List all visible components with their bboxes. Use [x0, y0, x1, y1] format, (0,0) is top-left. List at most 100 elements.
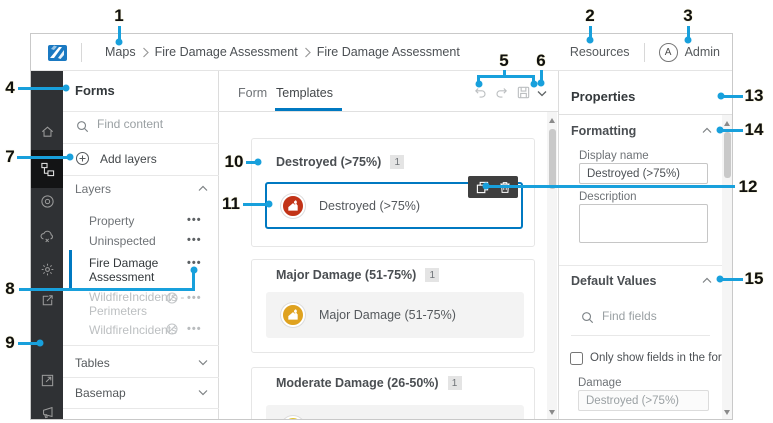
user-menu[interactable]: Admin [685, 45, 720, 59]
templates-scrollbar[interactable] [547, 112, 557, 419]
screenshot-root: Maps Fire Damage Assessment Fire Damage … [0, 0, 773, 423]
layer-item-fire-damage-assessment[interactable]: Fire Damage [89, 256, 158, 270]
tab-form[interactable]: Form [238, 86, 267, 100]
forms-icon [40, 162, 54, 176]
app-sidebar [31, 71, 63, 419]
template-actions-toolbar [468, 176, 518, 198]
megaphone-icon [42, 406, 53, 418]
redo-icon[interactable] [494, 86, 509, 100]
templates-panel: Form Templates Destroyed (>75%) 1 Destro… [219, 71, 559, 419]
overflow-menu-icon[interactable] [187, 323, 202, 335]
scroll-up-icon[interactable] [548, 118, 555, 123]
group-label-text: Major Damage (51-75%) [276, 268, 417, 282]
chevron-up-icon[interactable] [198, 185, 208, 192]
breadcrumb-map-name[interactable]: Fire Damage Assessment [155, 45, 298, 59]
save-icon[interactable] [516, 85, 531, 100]
formatting-section-header[interactable]: Formatting [571, 124, 636, 138]
share-icon [42, 294, 53, 305]
divider [219, 111, 558, 112]
layer-item-uninspected[interactable]: Uninspected [89, 234, 156, 248]
basemap-section-header[interactable]: Basemap [75, 386, 126, 400]
description-textarea[interactable] [579, 204, 708, 243]
layer-item-property[interactable]: Property [89, 214, 134, 228]
add-layers-button[interactable]: Add layers [75, 151, 157, 166]
gear-icon [41, 263, 53, 275]
count-badge: 1 [447, 376, 462, 390]
launch-icon [41, 374, 53, 386]
resources-link[interactable]: Resources [570, 45, 630, 59]
damage-field-value-input [578, 390, 709, 411]
avatar[interactable]: A [658, 42, 678, 62]
arcgis-field-maps-logo [48, 45, 67, 61]
offline-cloud-icon [40, 230, 53, 242]
template-card-label: Major Damage (51-75%) [319, 308, 456, 322]
divider [63, 408, 219, 409]
home-icon [41, 126, 53, 137]
find-fields-input[interactable] [602, 309, 697, 323]
add-layers-label: Add layers [100, 151, 157, 166]
chevron-up-icon[interactable] [702, 277, 712, 284]
tables-section-header[interactable]: Tables [75, 356, 110, 370]
layers-section-header[interactable]: Layers [75, 182, 111, 196]
scrollbar-thumb[interactable] [548, 129, 556, 189]
annotation-label-14: 14 [744, 120, 764, 139]
find-content-input[interactable] [97, 117, 197, 131]
only-show-fields-checkbox[interactable] [570, 352, 583, 365]
layer-item-wildfire-incidents[interactable]: WildfireIncidents [89, 323, 177, 337]
undo-icon[interactable] [473, 86, 488, 100]
tab-templates[interactable]: Templates [276, 86, 333, 100]
chevron-right-icon [304, 47, 311, 58]
properties-panel: Properties Formatting Display name Descr… [559, 71, 732, 419]
layer-item-wildfire-perimeters-line2[interactable]: Perimeters [89, 304, 147, 318]
scroll-down-icon[interactable] [723, 410, 730, 415]
breadcrumb-maps[interactable]: Maps [105, 45, 136, 59]
template-group-major: Major Damage (51-75%) 1 Major Damage (51… [251, 259, 535, 353]
annotation-label-13: 13 [744, 86, 764, 105]
template-card-major[interactable]: Major Damage (51-75%) [266, 292, 524, 338]
divider [63, 111, 219, 112]
chevron-down-icon[interactable] [198, 389, 208, 396]
overflow-menu-icon[interactable] [187, 292, 202, 304]
header-divider [81, 43, 82, 62]
selected-layer-indicator [69, 250, 72, 288]
template-card-moderate[interactable]: Moderate Damage (26-50%) [266, 405, 524, 419]
sidebar-item-open-in-app[interactable] [31, 365, 63, 395]
default-values-section-header[interactable]: Default Values [571, 274, 656, 288]
chevron-down-icon[interactable] [537, 90, 547, 97]
annotation-label-8: 8 [5, 279, 15, 298]
damage-field-label: Damage [578, 377, 622, 389]
search-icon [77, 121, 89, 133]
overflow-menu-icon[interactable] [187, 234, 202, 246]
divider [571, 335, 710, 336]
sidebar-item-feedback[interactable] [31, 397, 63, 419]
count-badge: 1 [425, 268, 440, 282]
sidebar-item-sharing[interactable] [31, 285, 63, 315]
sidebar-item-overview[interactable] [31, 116, 63, 146]
group-label: Moderate Damage (26-50%) 1 [276, 376, 462, 390]
properties-scrollbar[interactable] [722, 115, 732, 419]
display-name-label: Display name [579, 150, 649, 162]
group-label: Destroyed (>75%) 1 [276, 155, 405, 169]
trash-icon[interactable] [499, 181, 511, 194]
display-name-input[interactable] [579, 163, 708, 184]
sidebar-item-geofences[interactable] [31, 186, 63, 216]
scrollbar-thumb[interactable] [723, 132, 731, 178]
sidebar-item-forms[interactable] [31, 150, 63, 188]
overflow-menu-icon[interactable] [187, 214, 202, 226]
layer-item-fire-damage-assessment-line2[interactable]: Assessment [89, 270, 154, 284]
divider [559, 114, 732, 115]
sidebar-item-settings[interactable] [31, 254, 63, 284]
sidebar-item-offline[interactable] [31, 221, 63, 251]
geofence-icon [40, 194, 54, 208]
overflow-menu-icon[interactable] [187, 257, 202, 269]
duplicate-icon[interactable] [476, 181, 489, 194]
chevron-down-icon[interactable] [198, 359, 208, 366]
chevron-up-icon[interactable] [702, 127, 712, 134]
scroll-up-icon[interactable] [723, 121, 730, 126]
group-label-text: Destroyed (>75%) [276, 155, 382, 169]
not-supported-icon [166, 292, 178, 304]
major-damage-house-icon [281, 303, 305, 327]
scroll-down-icon[interactable] [548, 410, 555, 415]
group-label-text: Moderate Damage (26-50%) [276, 376, 439, 390]
divider [63, 175, 219, 176]
